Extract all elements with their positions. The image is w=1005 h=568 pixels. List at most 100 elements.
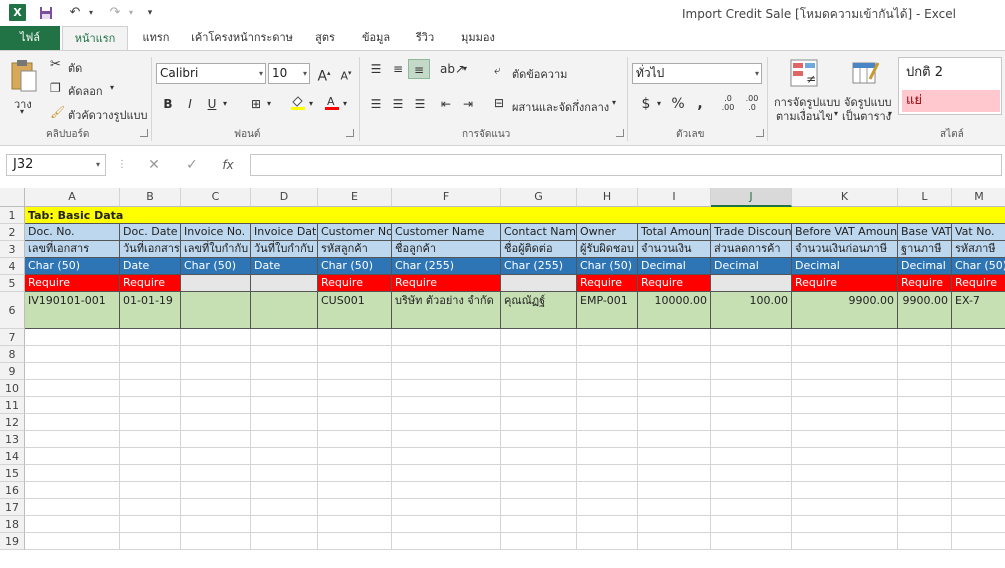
empty-cell[interactable] (25, 346, 120, 363)
empty-cell[interactable] (501, 516, 577, 533)
empty-cell[interactable] (898, 448, 952, 465)
header-th-cell-a[interactable]: เลขที่เอกสาร (25, 241, 120, 258)
empty-cell[interactable] (392, 448, 501, 465)
type-cell-j[interactable]: Decimal (711, 258, 792, 275)
header-en-cell-f[interactable]: Customer Name (392, 224, 501, 241)
underline-dropdown-icon[interactable]: ▾ (220, 94, 230, 114)
tab-data[interactable]: ข้อมูล (356, 26, 396, 50)
empty-cell[interactable] (898, 516, 952, 533)
empty-cell[interactable] (577, 346, 638, 363)
empty-cell[interactable] (318, 516, 392, 533)
empty-cell[interactable] (638, 380, 711, 397)
empty-cell[interactable] (392, 329, 501, 346)
empty-cell[interactable] (392, 363, 501, 380)
insert-function-icon[interactable]: fx (216, 154, 240, 176)
empty-cell[interactable] (318, 431, 392, 448)
orientation-icon[interactable]: ab↗ (440, 59, 465, 79)
copy-dropdown-icon[interactable]: ▾ (110, 83, 114, 92)
tab-view[interactable]: มุมมอง (454, 26, 502, 50)
empty-cell[interactable] (711, 414, 792, 431)
italic-icon[interactable]: I (180, 94, 200, 114)
empty-cell[interactable] (501, 346, 577, 363)
header-th-cell-k[interactable]: จำนวนเงินก่อนภาษี (792, 241, 898, 258)
empty-cell[interactable] (181, 397, 251, 414)
empty-cell[interactable] (577, 414, 638, 431)
empty-cell[interactable] (251, 482, 318, 499)
empty-cell[interactable] (181, 448, 251, 465)
paste-dropdown-icon[interactable]: ▾ (20, 107, 24, 116)
undo-dropdown-icon[interactable]: ▾ (86, 3, 96, 23)
empty-cell[interactable] (120, 329, 181, 346)
empty-cell[interactable] (792, 465, 898, 482)
empty-cell[interactable] (638, 346, 711, 363)
sample-cell-i[interactable]: 10000.00 (638, 292, 711, 329)
empty-cell[interactable] (25, 397, 120, 414)
align-center-icon[interactable]: ☰ (388, 94, 408, 114)
empty-cell[interactable] (25, 414, 120, 431)
empty-cell[interactable] (711, 380, 792, 397)
header-en-cell-k[interactable]: Before VAT Amount (792, 224, 898, 241)
empty-cell[interactable] (181, 499, 251, 516)
empty-cell[interactable] (898, 397, 952, 414)
align-top-icon[interactable]: ☰ (366, 59, 386, 79)
empty-cell[interactable] (501, 533, 577, 550)
empty-cell[interactable] (577, 431, 638, 448)
style-bad[interactable]: แย่ (902, 90, 1000, 112)
empty-cell[interactable] (711, 346, 792, 363)
empty-cell[interactable] (711, 516, 792, 533)
empty-cell[interactable] (318, 397, 392, 414)
number-launcher-icon[interactable] (756, 129, 764, 137)
empty-cell[interactable] (25, 516, 120, 533)
header-en-cell-g[interactable]: Contact Name (501, 224, 577, 241)
empty-cell[interactable] (898, 329, 952, 346)
empty-cell[interactable] (898, 482, 952, 499)
tab-home[interactable]: หน้าแรก (62, 26, 128, 50)
empty-cell[interactable] (251, 397, 318, 414)
require-cell-i[interactable]: Require (638, 275, 711, 292)
empty-cell[interactable] (251, 346, 318, 363)
sample-cell-a[interactable]: IV190101-001 (25, 292, 120, 329)
empty-cell[interactable] (898, 363, 952, 380)
column-header-f[interactable]: F (392, 188, 501, 207)
column-header-c[interactable]: C (181, 188, 251, 207)
empty-cell[interactable] (638, 465, 711, 482)
type-cell-k[interactable]: Decimal (792, 258, 898, 275)
empty-cell[interactable] (318, 329, 392, 346)
empty-cell[interactable] (251, 380, 318, 397)
empty-cell[interactable] (181, 380, 251, 397)
decrease-font-icon[interactable]: A▾ (336, 63, 356, 83)
empty-cell[interactable] (251, 329, 318, 346)
empty-cell[interactable] (318, 448, 392, 465)
empty-cell[interactable] (577, 516, 638, 533)
row-header-1[interactable]: 1 (0, 207, 25, 224)
currency-icon[interactable]: $ (636, 94, 656, 114)
column-header-l[interactable]: L (898, 188, 952, 207)
require-cell-h[interactable]: Require (577, 275, 638, 292)
decrease-decimal-icon[interactable]: .00.0 (742, 94, 762, 114)
empty-cell[interactable] (392, 516, 501, 533)
type-cell-m[interactable]: Char (50) (952, 258, 1005, 275)
empty-cell[interactable] (318, 414, 392, 431)
row-header-10[interactable]: 10 (0, 380, 25, 397)
align-right-icon[interactable]: ☰ (410, 94, 430, 114)
empty-cell[interactable] (952, 465, 1005, 482)
empty-cell[interactable] (318, 499, 392, 516)
empty-cell[interactable] (318, 346, 392, 363)
increase-font-icon[interactable]: A▴ (314, 63, 334, 85)
header-en-cell-d[interactable]: Invoice Date (251, 224, 318, 241)
header-th-cell-b[interactable]: วันที่เอกสาร (120, 241, 181, 258)
type-cell-e[interactable]: Char (50) (318, 258, 392, 275)
empty-cell[interactable] (501, 448, 577, 465)
sample-cell-g[interactable]: คุณณัฏฐ์ (501, 292, 577, 329)
sample-cell-h[interactable]: EMP-001 (577, 292, 638, 329)
row-header-12[interactable]: 12 (0, 414, 25, 431)
empty-cell[interactable] (120, 533, 181, 550)
require-cell-f[interactable]: Require (392, 275, 501, 292)
redo-dropdown-icon[interactable]: ▾ (126, 3, 136, 23)
header-th-cell-e[interactable]: รหัสลูกค้า (318, 241, 392, 258)
empty-cell[interactable] (501, 465, 577, 482)
empty-cell[interactable] (638, 363, 711, 380)
empty-cell[interactable] (392, 397, 501, 414)
empty-cell[interactable] (501, 397, 577, 414)
column-header-h[interactable]: H (577, 188, 638, 207)
